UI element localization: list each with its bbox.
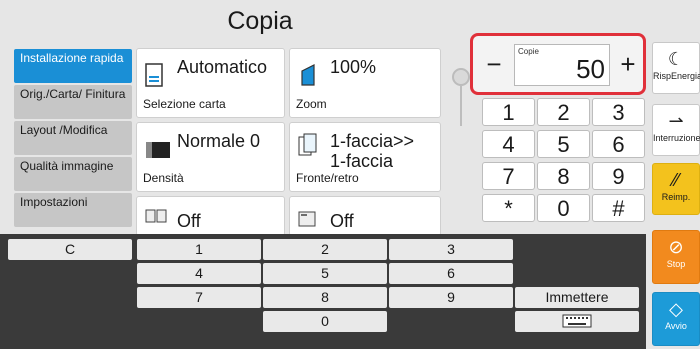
zoom-value: 100% — [330, 57, 377, 77]
nav-item-image-quality[interactable]: Qualità immagine — [14, 157, 132, 191]
kb-0[interactable]: 0 — [263, 311, 387, 332]
duplex-card[interactable]: 1-faccia>> 1-faccia Fronte/retro — [289, 122, 441, 192]
key-3[interactable]: 3 — [592, 98, 645, 126]
key-2[interactable]: 2 — [537, 98, 590, 126]
staple-card[interactable]: Off — [289, 196, 441, 236]
staple-icon — [298, 211, 316, 227]
staple-value: Off — [330, 211, 354, 231]
keyboard-icon — [562, 314, 592, 328]
key-9[interactable]: 9 — [592, 162, 645, 190]
kb-clear[interactable]: C — [8, 239, 132, 260]
duplex-value: 1-faccia>> 1-faccia — [330, 131, 415, 171]
kb-1[interactable]: 1 — [137, 239, 261, 260]
key-hash[interactable]: # — [592, 194, 645, 222]
zoom-card[interactable]: 100% Zoom — [289, 48, 441, 118]
interrupt-icon: ⇀ — [668, 111, 684, 131]
kb-2[interactable]: 2 — [263, 239, 387, 260]
kb-8[interactable]: 8 — [263, 287, 387, 308]
duplex-icon — [298, 133, 317, 156]
copies-field: − Copie 50 + — [470, 33, 646, 95]
nav-item-original-paper[interactable]: Orig./Carta/ Finitura — [14, 85, 132, 119]
start-button[interactable]: ◇ Avvio — [652, 292, 700, 346]
key-5[interactable]: 5 — [537, 130, 590, 158]
key-1[interactable]: 1 — [482, 98, 535, 126]
nav-item-layout[interactable]: Layout /Modifica — [14, 121, 132, 155]
kb-4[interactable]: 4 — [137, 263, 261, 284]
soft-keyboard: C 1 2 3 4 5 6 7 8 9 Immettere 0 — [0, 234, 646, 349]
stop-label: Stop — [666, 259, 686, 269]
nav-item-quick-setup[interactable]: Installazione rapida — [14, 49, 132, 83]
density-icon — [146, 142, 170, 158]
key-8[interactable]: 8 — [537, 162, 590, 190]
copies-label: Copie — [518, 47, 539, 56]
paper-select-value: Automatico — [177, 57, 268, 77]
density-label: Densità — [143, 171, 184, 185]
copies-input[interactable]: Copie 50 — [514, 44, 610, 86]
scroll-track[interactable] — [460, 86, 462, 126]
copies-value: 50 — [576, 54, 605, 84]
stop-icon: ⊘ — [668, 237, 684, 257]
combine-card[interactable]: Off — [136, 196, 285, 236]
kb-5[interactable]: 5 — [263, 263, 387, 284]
reset-button[interactable]: ⁄⁄ Reimp. — [652, 163, 700, 215]
kb-keyboard-toggle[interactable] — [515, 311, 639, 332]
interrupt-button[interactable]: ⇀ Interruzione — [652, 104, 700, 156]
reset-label: Reimp. — [661, 192, 691, 202]
key-star[interactable]: * — [482, 194, 535, 222]
stop-button[interactable]: ⊘ Stop — [652, 230, 700, 284]
nav-item-settings[interactable]: Impostazioni — [14, 193, 132, 227]
moon-icon: ☾ — [667, 49, 685, 69]
zoom-icon — [301, 64, 315, 86]
energy-saver-button[interactable]: ☾ RispEnergia — [652, 42, 700, 94]
left-nav: Installazione rapida Orig./Carta/ Finitu… — [14, 49, 132, 229]
reset-icon: ⁄⁄ — [672, 170, 679, 190]
energy-saver-label: RispEnergia — [653, 71, 700, 81]
paper-select-label: Selezione carta — [143, 97, 226, 111]
duplex-label: Fronte/retro — [296, 171, 359, 185]
density-card[interactable]: Normale 0 Densità — [136, 122, 285, 192]
paper-select-card[interactable]: Automatico Selezione carta — [136, 48, 285, 118]
kb-enter[interactable]: Immettere — [515, 287, 639, 308]
increase-button[interactable]: + — [613, 44, 643, 86]
key-4[interactable]: 4 — [482, 130, 535, 158]
key-0[interactable]: 0 — [537, 194, 590, 222]
kb-9[interactable]: 9 — [389, 287, 513, 308]
key-7[interactable]: 7 — [482, 162, 535, 190]
kb-6[interactable]: 6 — [389, 263, 513, 284]
decrease-button[interactable]: − — [479, 44, 509, 86]
interrupt-label: Interruzione — [653, 133, 700, 143]
combine-value: Off — [177, 211, 201, 231]
kb-3[interactable]: 3 — [389, 239, 513, 260]
start-label: Avvio — [665, 321, 687, 331]
paper-icon — [145, 63, 163, 87]
scroll-handle[interactable] — [452, 68, 470, 86]
start-icon: ◇ — [669, 299, 683, 319]
density-value: Normale 0 — [177, 131, 261, 151]
key-6[interactable]: 6 — [592, 130, 645, 158]
zoom-label: Zoom — [296, 97, 327, 111]
kb-7[interactable]: 7 — [137, 287, 261, 308]
combine-icon — [145, 209, 167, 223]
